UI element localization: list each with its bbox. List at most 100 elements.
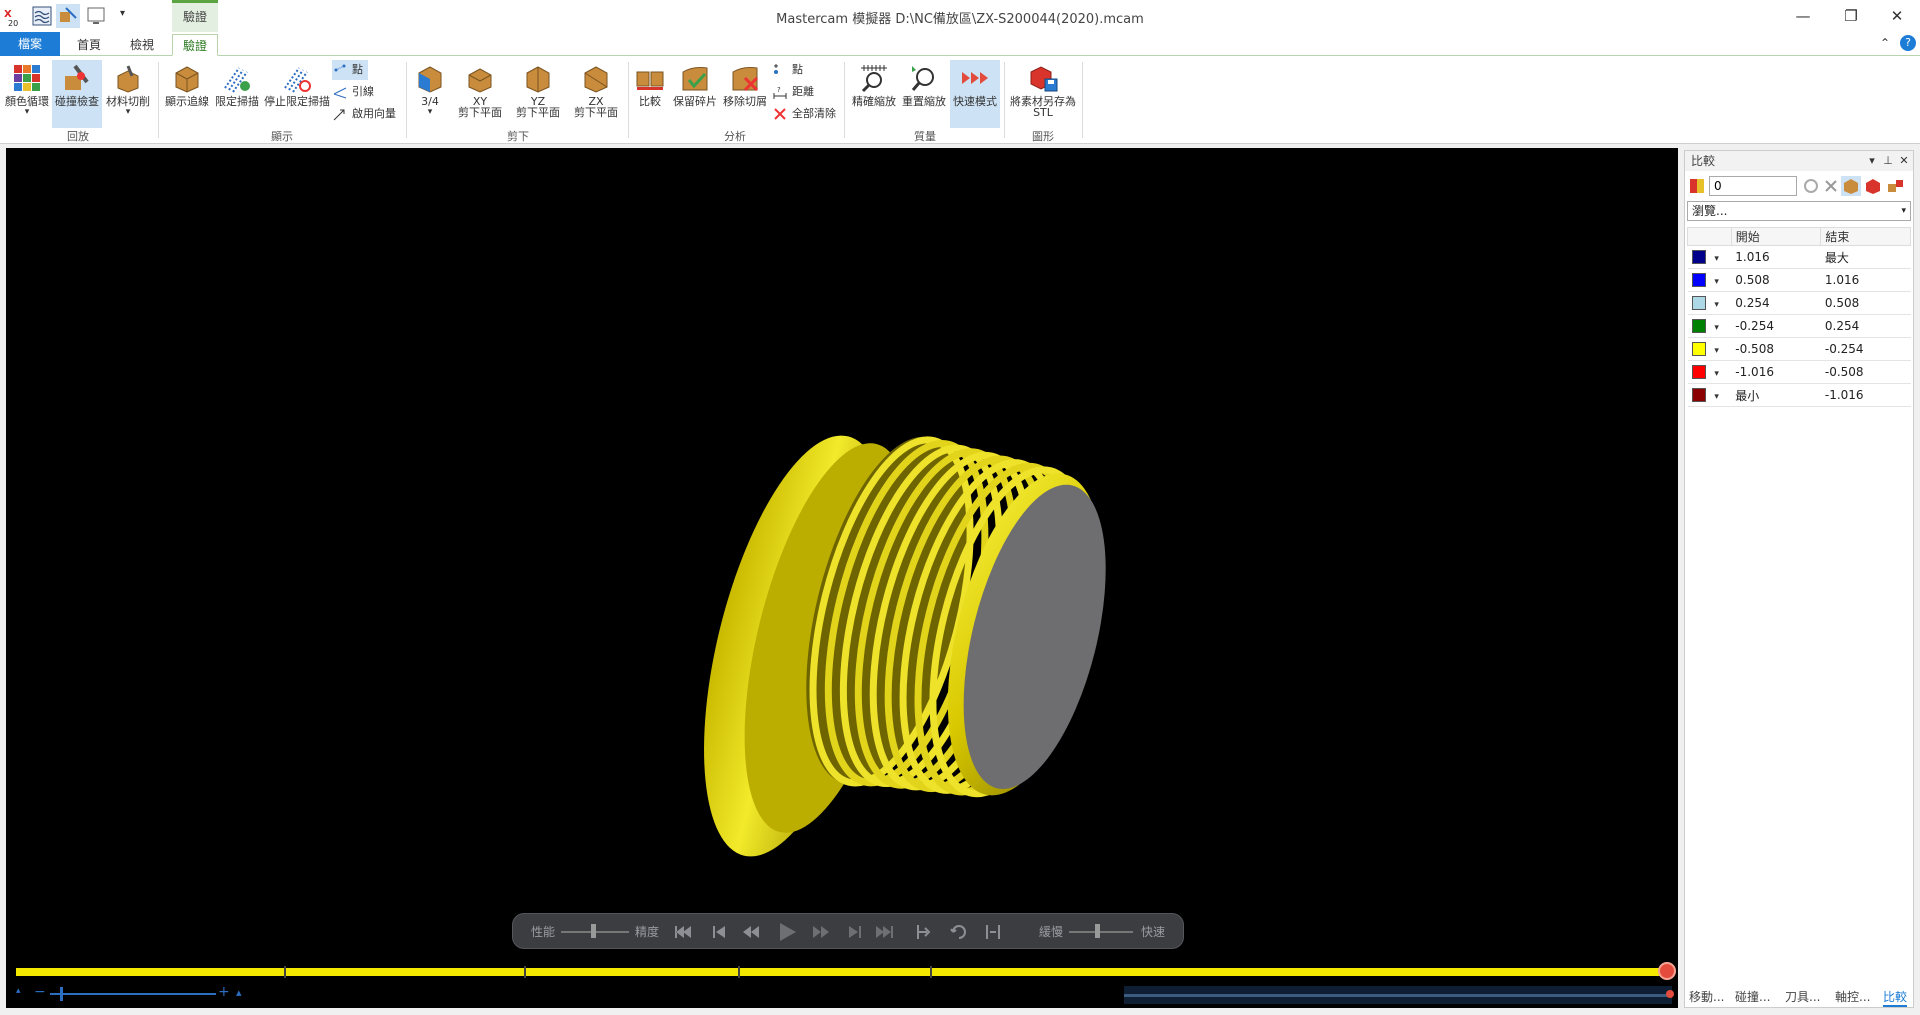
chevron-down-icon[interactable]: ▾ (1712, 277, 1719, 287)
keep-chips-button[interactable]: 保留碎片 (672, 60, 718, 128)
tab-axis[interactable]: 軸控... (1835, 987, 1870, 1007)
tab-move[interactable]: 移動... (1689, 987, 1724, 1007)
operation-track[interactable] (1124, 986, 1674, 1004)
table-row[interactable]: ▾ -0.254 0.254 (1687, 314, 1911, 338)
color-cell[interactable]: ▾ (1687, 337, 1732, 361)
distance-button[interactable]: ? 距離 (772, 82, 814, 102)
end-value[interactable]: -0.254 (1820, 337, 1911, 361)
toolpath-step-icon[interactable] (983, 923, 1003, 941)
quality-slider-handle[interactable] (591, 924, 596, 938)
color-cell[interactable]: ▾ (1687, 291, 1732, 315)
chevron-down-icon[interactable]: ▾ (1712, 254, 1719, 264)
color-cell[interactable]: ▾ (1687, 245, 1732, 269)
zoom-slider-track[interactable] (50, 993, 216, 995)
end-value[interactable]: 最大 (1820, 245, 1911, 269)
chevron-down-icon[interactable]: ▾ (1712, 369, 1719, 379)
color-scale-icon[interactable] (1689, 178, 1705, 194)
loop-icon[interactable] (949, 923, 969, 941)
table-row[interactable]: ▾ -1.016 -0.508 (1687, 360, 1911, 384)
fast-forward-control-icon[interactable] (811, 923, 831, 941)
tab-home[interactable]: 首頁 (68, 34, 110, 56)
color-swatch[interactable] (1691, 319, 1706, 334)
model-compare-icon[interactable] (1863, 176, 1883, 196)
end-value[interactable]: -1.016 (1820, 383, 1911, 407)
start-value[interactable]: -0.254 (1731, 314, 1821, 338)
end-value[interactable]: 0.254 (1820, 314, 1911, 338)
zx-cut-button[interactable]: ZX 剪下平面 (568, 60, 624, 128)
timeline-handle[interactable] (1658, 962, 1676, 980)
color-swatch[interactable] (1691, 365, 1706, 380)
step-forward-icon[interactable] (845, 923, 865, 941)
color-swatch[interactable] (1691, 388, 1706, 403)
collision-check-button[interactable]: 碰撞檢查 (52, 60, 102, 128)
table-row[interactable]: ▾ 0.254 0.508 (1687, 291, 1911, 315)
zoom-plus-icon[interactable]: + (218, 984, 230, 1000)
xy-cut-button[interactable]: XY 剪下平面 (452, 60, 508, 128)
zoom-out-small-icon[interactable]: ▴ (16, 986, 21, 996)
threaded-plug-model[interactable] (6, 148, 1678, 1008)
chevron-down-icon[interactable]: ▾ (1712, 346, 1719, 356)
settings-compare-icon[interactable] (1885, 176, 1905, 196)
panel-close-icon[interactable]: ✕ (1897, 153, 1911, 169)
stop-limit-scan-button[interactable]: 停止限定掃描 (264, 60, 330, 128)
start-value[interactable]: 0.508 (1731, 268, 1821, 292)
speed-slider-track[interactable] (1069, 931, 1133, 933)
minimize-button[interactable]: — (1780, 0, 1826, 32)
save-stl-button[interactable]: 將素材另存為 STL (1008, 60, 1078, 128)
enable-direction-button[interactable]: 啟用向量 (332, 104, 396, 124)
tab-view[interactable]: 檢視 (120, 34, 164, 56)
stop-condition-icon[interactable] (915, 923, 935, 941)
pin-icon[interactable]: ⊥ (1881, 153, 1895, 169)
stock-compare-icon[interactable] (1841, 176, 1861, 196)
tab-file[interactable]: 檔案 (0, 32, 60, 56)
color-swatch[interactable] (1691, 342, 1706, 357)
table-row[interactable]: ▾ 最小 -1.016 (1687, 383, 1911, 407)
collapse-ribbon-icon[interactable]: ⌃ (1880, 36, 1890, 50)
precise-zoom-button[interactable]: 精確縮放 (850, 60, 898, 128)
zoom-slider-handle[interactable] (60, 987, 63, 1001)
compare-button[interactable]: 比較 (632, 60, 668, 128)
clear-all-button[interactable]: 全部清除 (772, 104, 836, 124)
chevron-down-icon[interactable]: ▾ (1712, 392, 1719, 402)
start-value[interactable]: 最小 (1731, 383, 1821, 407)
play-icon[interactable] (775, 921, 799, 943)
start-value[interactable]: -1.016 (1731, 360, 1821, 384)
tab-compare[interactable]: 比較 (1883, 987, 1908, 1007)
refresh-icon[interactable] (1803, 178, 1819, 194)
skip-to-end-icon[interactable] (875, 923, 895, 941)
rewind-icon[interactable] (741, 923, 761, 941)
compare-tolerance-input[interactable] (1709, 176, 1797, 196)
yz-cut-button[interactable]: YZ 剪下平面 (510, 60, 566, 128)
reset-zoom-button[interactable]: 重置縮放 (900, 60, 948, 128)
operation-track-marker[interactable] (1666, 990, 1674, 998)
simulation-viewport[interactable]: 性能 精度 緩慢 快速 ▴ − + ▴ (6, 148, 1678, 1008)
table-row[interactable]: ▾ -0.508 -0.254 (1687, 337, 1911, 361)
chevron-down-icon[interactable]: ▾ (1712, 300, 1719, 310)
point-button[interactable]: 點 (332, 60, 368, 80)
panel-dropdown-icon[interactable]: ▾ (1865, 153, 1879, 169)
color-cycle-button[interactable]: 顏色循環 ▾ (4, 60, 50, 128)
three-quarter-button[interactable]: 3/4 ▾ (412, 60, 448, 128)
chevron-down-icon[interactable]: ▾ (1712, 323, 1719, 333)
leader-button[interactable]: 引線 (332, 82, 374, 102)
color-cell[interactable]: ▾ (1687, 383, 1732, 407)
help-icon[interactable]: ? (1900, 35, 1916, 51)
color-swatch[interactable] (1691, 250, 1706, 265)
start-value[interactable]: -0.508 (1731, 337, 1821, 361)
end-value[interactable]: 1.016 (1820, 268, 1911, 292)
color-swatch[interactable] (1691, 296, 1706, 311)
material-cut-button[interactable]: 材料切削 ▾ (104, 60, 152, 128)
start-value[interactable]: 0.254 (1731, 291, 1821, 315)
remove-chips-button[interactable]: 移除切屑 (722, 60, 768, 128)
skip-to-start-icon[interactable] (673, 923, 693, 941)
fast-mode-button[interactable]: 快速模式 (950, 60, 1000, 128)
color-cell[interactable]: ▾ (1687, 268, 1732, 292)
end-value[interactable]: -0.508 (1820, 360, 1911, 384)
point2-button[interactable]: 點 (772, 60, 803, 80)
end-value[interactable]: 0.508 (1820, 291, 1911, 315)
tab-tool[interactable]: 刀具... (1785, 987, 1820, 1007)
table-row[interactable]: ▾ 1.016 最大 (1687, 245, 1911, 269)
speed-slider-handle[interactable] (1095, 924, 1100, 938)
limit-scan-button[interactable]: 限定掃描 (214, 60, 260, 128)
clear-compare-icon[interactable] (1823, 178, 1839, 194)
